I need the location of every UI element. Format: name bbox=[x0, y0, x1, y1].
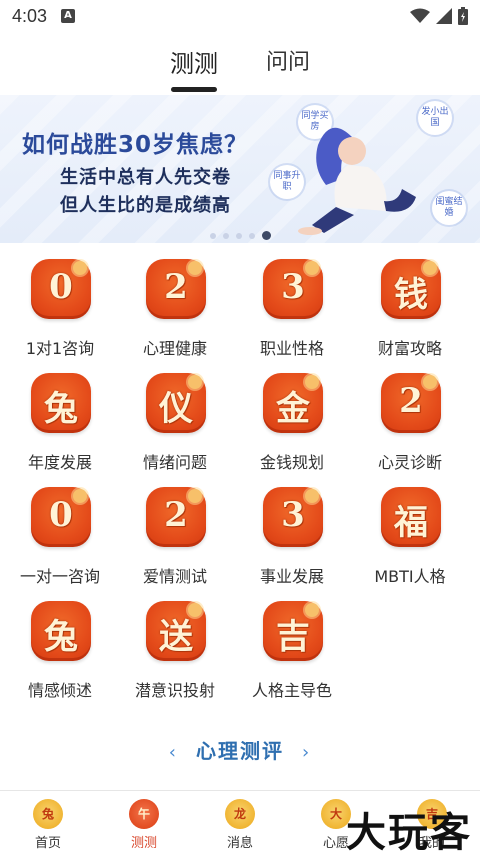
nav-test-label: 测测 bbox=[130, 836, 157, 851]
gold-badge-icon: 金 bbox=[263, 373, 323, 433]
grid-item-label: 事业发展 bbox=[259, 567, 324, 586]
gift-badge-icon: 送 bbox=[146, 601, 206, 661]
grid-item-label: 心理健康 bbox=[142, 339, 207, 358]
nav-home[interactable]: 兔 首页 bbox=[0, 791, 96, 855]
status-icons bbox=[410, 7, 468, 25]
grid-item-annual-development[interactable]: 兔 年度发展 bbox=[0, 369, 120, 479]
grid-item-love-test[interactable]: 2 爱情测试 bbox=[115, 483, 235, 593]
grid-item-label: 潜意识投射 bbox=[134, 681, 215, 700]
grid-item-label: 财富攻略 bbox=[377, 339, 442, 358]
lucky-badge-icon: 吉 bbox=[263, 601, 323, 661]
home-icon: 兔 bbox=[33, 799, 63, 829]
grid-item-label: 人格主导色 bbox=[251, 681, 332, 700]
nav-test[interactable]: 午 测测 bbox=[96, 791, 192, 855]
banner-headline: 如何战胜30岁焦虑？ bbox=[22, 132, 249, 158]
nav-messages[interactable]: 龙 消息 bbox=[192, 791, 288, 855]
grid-item-label: 爱情测试 bbox=[142, 567, 207, 586]
tab-active-indicator bbox=[170, 87, 217, 92]
grid-item-one-on-one-consult[interactable]: 0 一对一咨询 bbox=[0, 483, 120, 593]
banner-bubble: 闺蜜结婚 bbox=[432, 191, 466, 225]
rabbit-badge-icon: 兔 bbox=[31, 373, 91, 433]
watermark-logo: 大玩客 bbox=[346, 809, 472, 856]
grid-item-mental-health[interactable]: 2 心理健康 bbox=[115, 255, 235, 365]
section-title-text: 心理测评 bbox=[196, 739, 284, 763]
ceremony-badge-icon: 仪 bbox=[146, 373, 206, 433]
banner-illustration bbox=[298, 127, 416, 235]
battery-icon bbox=[458, 7, 468, 25]
grid-item-label: 情感倾述 bbox=[27, 681, 92, 700]
zero-badge-icon: 0 bbox=[31, 259, 91, 319]
grid-item-emotion-issues[interactable]: 仪 情绪问题 bbox=[115, 369, 235, 479]
promo-banner[interactable]: 如何战胜30岁焦虑？ 生活中总有人先交卷 但人生比的是成绩高 同学买房 同事升职… bbox=[0, 95, 480, 243]
top-tabs: 测测 问问 bbox=[0, 32, 480, 94]
banner-subline-2: 但人生比的是成绩高 bbox=[60, 195, 231, 216]
two-badge-icon: 2 bbox=[146, 487, 206, 547]
test-icon: 午 bbox=[129, 799, 159, 829]
grid-item-personality-color[interactable]: 吉 人格主导色 bbox=[232, 597, 352, 707]
grid-item-career-development[interactable]: 3 事业发展 bbox=[232, 483, 352, 593]
section-title: ‹ 心理测评 › bbox=[0, 735, 480, 764]
grid-item-subconscious-projection[interactable]: 送 潜意识投射 bbox=[115, 597, 235, 707]
three-badge-icon: 3 bbox=[263, 487, 323, 547]
tab-ask[interactable]: 问问 bbox=[262, 44, 314, 76]
tab-test[interactable]: 测测 bbox=[166, 44, 222, 92]
notification-icon: A bbox=[61, 9, 76, 23]
banner-subline-1: 生活中总有人先交卷 bbox=[60, 167, 231, 188]
carousel-dot[interactable] bbox=[249, 232, 255, 239]
tab-test-label: 测测 bbox=[169, 50, 218, 78]
grid-item-mbti-personality[interactable]: 福 MBTI人格 bbox=[350, 483, 470, 593]
grid-item-wealth-guide[interactable]: 钱 财富攻略 bbox=[350, 255, 470, 365]
tab-ask-label: 问问 bbox=[265, 50, 310, 75]
grid-item-label: 年度发展 bbox=[27, 453, 92, 472]
nav-messages-label: 消息 bbox=[226, 836, 253, 851]
status-bar: 4:03 A bbox=[0, 0, 480, 32]
zero-badge-icon: 0 bbox=[31, 487, 91, 547]
grid-item-career-personality[interactable]: 3 职业性格 bbox=[232, 255, 352, 365]
fortune-badge-icon: 福 bbox=[381, 487, 441, 547]
chevron-right-icon: › bbox=[302, 742, 312, 763]
grid-item-emotional-talk[interactable]: 兔 情感倾述 bbox=[0, 597, 120, 707]
wifi-icon bbox=[410, 8, 430, 23]
grid-item-label: 金钱规划 bbox=[259, 453, 324, 472]
grid-item-money-planning[interactable]: 金 金钱规划 bbox=[232, 369, 352, 479]
grid-item-label: 情绪问题 bbox=[142, 453, 207, 472]
rabbit-badge-icon: 兔 bbox=[31, 601, 91, 661]
grid-item-label: 一对一咨询 bbox=[19, 567, 100, 586]
carousel-dot[interactable] bbox=[223, 232, 229, 239]
carousel-dot[interactable] bbox=[210, 232, 216, 239]
grid-item-label: 心灵诊断 bbox=[377, 453, 442, 472]
grid-item-label: MBTI人格 bbox=[374, 567, 446, 586]
carousel-indicator bbox=[210, 231, 271, 240]
chevron-left-icon: ‹ bbox=[168, 742, 178, 763]
money-badge-icon: 钱 bbox=[381, 259, 441, 319]
carousel-dot-active[interactable] bbox=[262, 231, 271, 240]
grid-item-soul-diagnosis[interactable]: 2 心灵诊断 bbox=[350, 369, 470, 479]
nav-home-label: 首页 bbox=[34, 836, 61, 851]
grid-item-label: 职业性格 bbox=[259, 339, 324, 358]
three-badge-icon: 3 bbox=[263, 259, 323, 319]
two-badge-icon: 2 bbox=[146, 259, 206, 319]
grid-item-1v1-consult[interactable]: 0 1对1咨询 bbox=[0, 255, 120, 365]
grid-item-label: 1对1咨询 bbox=[25, 339, 95, 358]
status-time: 4:03 bbox=[12, 5, 48, 26]
two-badge-icon: 2 bbox=[381, 373, 441, 433]
dragon-icon: 龙 bbox=[225, 799, 255, 829]
carousel-dot[interactable] bbox=[236, 232, 242, 239]
signal-icon bbox=[436, 8, 452, 24]
